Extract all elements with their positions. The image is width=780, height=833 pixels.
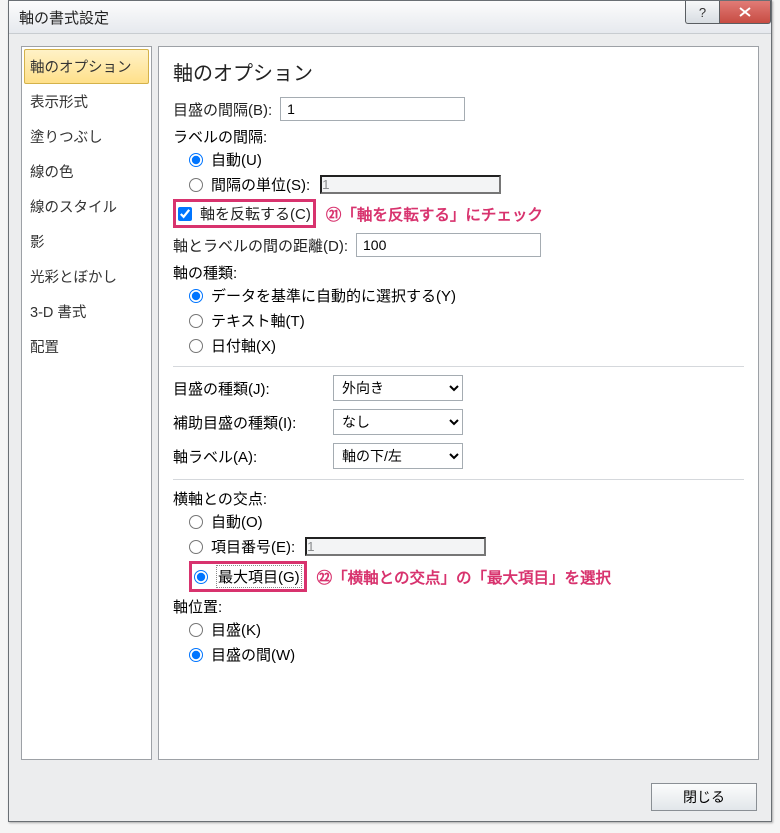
crosses-max-option[interactable]: 最大項目(G) ㉒「横軸との交点」の「最大項目」を選択 (173, 561, 744, 592)
label-interval-auto-option[interactable]: 自動(U) (173, 149, 744, 170)
axis-position-group-label: 軸位置: (173, 596, 744, 617)
annotation-22: ㉒「横軸との交点」の「最大項目」を選択 (317, 566, 611, 588)
main-panel: 軸のオプション 目盛の間隔(B): ラベルの間隔: 自動(U) 間隔の単位(S)… (158, 46, 759, 760)
axis-label-distance-input[interactable] (356, 233, 541, 257)
close-icon (739, 7, 751, 17)
axis-type-auto-option[interactable]: データを基準に自動的に選択する(Y) (173, 285, 744, 306)
close-button[interactable]: 閉じる (651, 783, 757, 811)
axis-format-dialog: 軸の書式設定 ? 軸のオプション 表示形式 塗りつぶし 線の色 線のスタイル 影… (8, 0, 772, 822)
tick-minor-row: 補助目盛の種類(I): なし (173, 409, 744, 435)
major-unit-label: 目盛の間隔(B): (173, 99, 272, 120)
dialog-title: 軸の書式設定 (19, 7, 109, 28)
axis-labels-select[interactable]: 軸の下/左 (333, 443, 463, 469)
tick-major-label: 目盛の種類(J): (173, 378, 333, 399)
axis-type-group-label: 軸の種類: (173, 262, 744, 283)
axis-position-ontick-option[interactable]: 目盛(K) (173, 619, 744, 640)
axis-type-date-text: 日付軸(X) (211, 335, 276, 356)
sidebar-item-line-style[interactable]: 線のスタイル (24, 189, 149, 224)
major-unit-row: 目盛の間隔(B): (173, 96, 744, 122)
crosses-max-radio[interactable] (194, 570, 208, 584)
crosses-category-text: 項目番号(E): (211, 536, 295, 557)
tick-minor-select[interactable]: なし (333, 409, 463, 435)
axis-type-text-text: テキスト軸(T) (211, 310, 305, 331)
crosses-category-option[interactable]: 項目番号(E): (173, 536, 744, 557)
dialog-body: 軸のオプション 表示形式 塗りつぶし 線の色 線のスタイル 影 光彩とぼかし 3… (9, 34, 771, 760)
axis-label-distance-row: 軸とラベルの間の距離(D): (173, 232, 744, 258)
crosses-auto-text: 自動(O) (211, 511, 263, 532)
axis-type-text-radio[interactable] (189, 314, 203, 328)
axis-type-auto-radio[interactable] (189, 289, 203, 303)
crosses-max-text: 最大項目(G) (216, 565, 302, 588)
label-interval-unit-radio[interactable] (189, 178, 203, 192)
help-button[interactable]: ? (685, 1, 719, 24)
axis-position-ontick-text: 目盛(K) (211, 619, 261, 640)
sidebar-item-axis-options[interactable]: 軸のオプション (24, 49, 149, 84)
window-close-button[interactable] (719, 1, 771, 24)
axis-type-date-option[interactable]: 日付軸(X) (173, 335, 744, 356)
crosses-category-radio[interactable] (189, 540, 203, 554)
label-interval-unit-input[interactable] (320, 175, 501, 194)
crosses-max-highlight: 最大項目(G) (189, 561, 307, 592)
axis-type-date-radio[interactable] (189, 339, 203, 353)
sidebar-item-alignment[interactable]: 配置 (24, 329, 149, 364)
title-bar: 軸の書式設定 ? (9, 1, 771, 34)
annotation-21: ㉑「軸を反転する」にチェック (326, 203, 543, 225)
label-interval-unit-text: 間隔の単位(S): (211, 174, 310, 195)
crosses-group-label: 横軸との交点: (173, 488, 744, 509)
sidebar-item-number-format[interactable]: 表示形式 (24, 84, 149, 119)
reverse-axis-highlight: 軸を反転する(C) (173, 199, 316, 228)
label-interval-auto-text: 自動(U) (211, 149, 262, 170)
crosses-category-input[interactable] (305, 537, 486, 556)
axis-labels-label: 軸ラベル(A): (173, 446, 333, 467)
axis-position-ontick-radio[interactable] (189, 623, 203, 637)
axis-labels-row: 軸ラベル(A): 軸の下/左 (173, 443, 744, 469)
axis-position-between-text: 目盛の間(W) (211, 644, 295, 665)
major-unit-input[interactable] (280, 97, 465, 121)
tick-major-row: 目盛の種類(J): 外向き (173, 375, 744, 401)
separator-2 (173, 479, 744, 480)
reverse-axis-checkbox[interactable] (178, 207, 192, 221)
titlebar-buttons: ? (685, 1, 771, 24)
reverse-axis-row: 軸を反転する(C) ㉑「軸を反転する」にチェック (173, 199, 744, 228)
dialog-footer: 閉じる (651, 783, 757, 811)
tick-minor-label: 補助目盛の種類(I): (173, 412, 333, 433)
label-interval-group-label: ラベルの間隔: (173, 126, 744, 147)
axis-type-text-option[interactable]: テキスト軸(T) (173, 310, 744, 331)
label-interval-auto-radio[interactable] (189, 153, 203, 167)
tick-major-select[interactable]: 外向き (333, 375, 463, 401)
reverse-axis-label: 軸を反転する(C) (200, 203, 311, 224)
sidebar-item-glow[interactable]: 光彩とぼかし (24, 259, 149, 294)
category-sidebar: 軸のオプション 表示形式 塗りつぶし 線の色 線のスタイル 影 光彩とぼかし 3… (21, 46, 152, 760)
sidebar-item-3d-format[interactable]: 3-D 書式 (24, 294, 149, 329)
crosses-auto-radio[interactable] (189, 515, 203, 529)
axis-label-distance-label: 軸とラベルの間の距離(D): (173, 235, 348, 256)
crosses-auto-option[interactable]: 自動(O) (173, 511, 744, 532)
sidebar-item-fill[interactable]: 塗りつぶし (24, 119, 149, 154)
axis-type-auto-text: データを基準に自動的に選択する(Y) (211, 285, 456, 306)
label-interval-unit-option[interactable]: 間隔の単位(S): (173, 174, 744, 195)
sidebar-item-shadow[interactable]: 影 (24, 224, 149, 259)
separator-1 (173, 366, 744, 367)
axis-position-between-option[interactable]: 目盛の間(W) (173, 644, 744, 665)
axis-position-between-radio[interactable] (189, 648, 203, 662)
panel-heading: 軸のオプション (173, 57, 744, 86)
sidebar-item-line-color[interactable]: 線の色 (24, 154, 149, 189)
